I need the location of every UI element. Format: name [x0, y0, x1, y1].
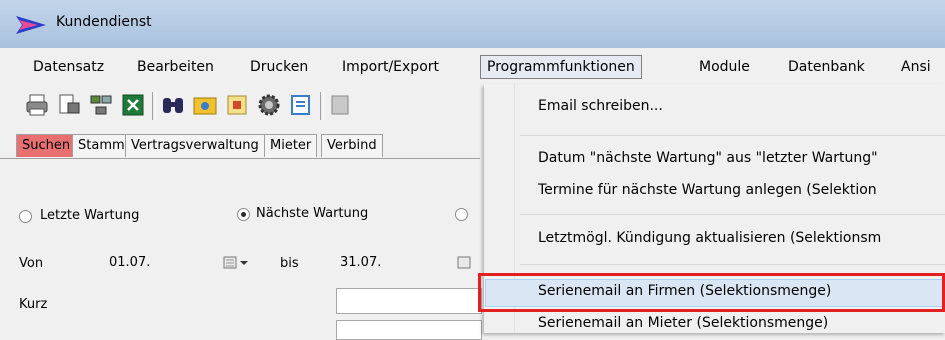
save-icon[interactable] [330, 92, 350, 118]
app-logo-icon [16, 16, 46, 34]
radio-third-option[interactable] [455, 208, 468, 221]
ticket-icon[interactable] [288, 92, 314, 118]
menu-datenbank[interactable]: Datenbank [785, 58, 868, 76]
menu-bearbeiten[interactable]: Bearbeiten [134, 58, 217, 76]
von-label: Von [19, 256, 44, 271]
dd-termine-anlegen[interactable]: Termine für nächste Wartung anlegen (Sel… [538, 182, 877, 198]
dd-datum-naechste-wartung[interactable]: Datum "nächste Wartung" aus "letzter War… [538, 150, 878, 166]
window-title: Kundendienst [56, 14, 152, 30]
highlight-box [478, 273, 945, 312]
second-input[interactable] [336, 320, 482, 340]
binoculars-icon[interactable] [160, 92, 186, 118]
calendar-icon[interactable] [456, 254, 476, 272]
radio-letzte-wartung[interactable] [19, 210, 32, 223]
tab-stamm[interactable]: Stamm [72, 134, 131, 157]
print-preview-icon[interactable] [56, 92, 82, 118]
tab-verbindungen[interactable]: Verbind [321, 134, 383, 157]
radio-naechste-wartung[interactable] [237, 208, 250, 221]
dropdown-separator [520, 214, 945, 215]
folder-icon[interactable] [192, 92, 218, 118]
menu-drucken[interactable]: Drucken [247, 58, 311, 76]
network-icon[interactable] [88, 92, 114, 118]
dd-kuendigung-aktualisieren[interactable]: Letztmögl. Kündigung aktualisieren (Sele… [538, 230, 881, 246]
dropdown-separator [520, 264, 945, 265]
note-icon[interactable] [224, 92, 250, 118]
radio-naechste-label: Nächste Wartung [256, 206, 369, 221]
bis-date-field[interactable]: 31.07. [336, 252, 456, 276]
menu-ansicht[interactable]: Ansi [898, 58, 934, 76]
dd-serienemail-mieter[interactable]: Serienemail an Mieter (Selektionsmenge) [538, 315, 828, 331]
gear-icon[interactable] [256, 92, 282, 118]
kurz-input[interactable] [336, 288, 482, 314]
radio-letzte-label: Letzte Wartung [40, 208, 140, 223]
tab-vertragsverwaltung[interactable]: Vertragsverwaltung [125, 134, 265, 157]
printer-icon[interactable] [24, 92, 50, 118]
menu-programmfunktionen[interactable]: Programmfunktionen [480, 55, 642, 79]
menu-module[interactable]: Module [696, 58, 753, 76]
tab-mieter[interactable]: Mieter [264, 134, 318, 157]
calendar-dropdown-icon[interactable] [222, 254, 252, 272]
menu-datensatz[interactable]: Datensatz [30, 58, 107, 76]
toolbar-separator [152, 92, 156, 120]
dropdown-separator [520, 135, 945, 136]
tab-suchen[interactable]: Suchen [16, 134, 77, 157]
kurz-label: Kurz [19, 297, 48, 312]
menu-import-export[interactable]: Import/Export [339, 58, 442, 76]
toolbar-separator [320, 92, 324, 120]
bis-label: bis [280, 256, 299, 271]
dd-email-schreiben[interactable]: Email schreiben... [538, 98, 663, 114]
von-date-field[interactable]: 01.07. [105, 252, 215, 276]
excel-icon[interactable] [120, 92, 146, 118]
